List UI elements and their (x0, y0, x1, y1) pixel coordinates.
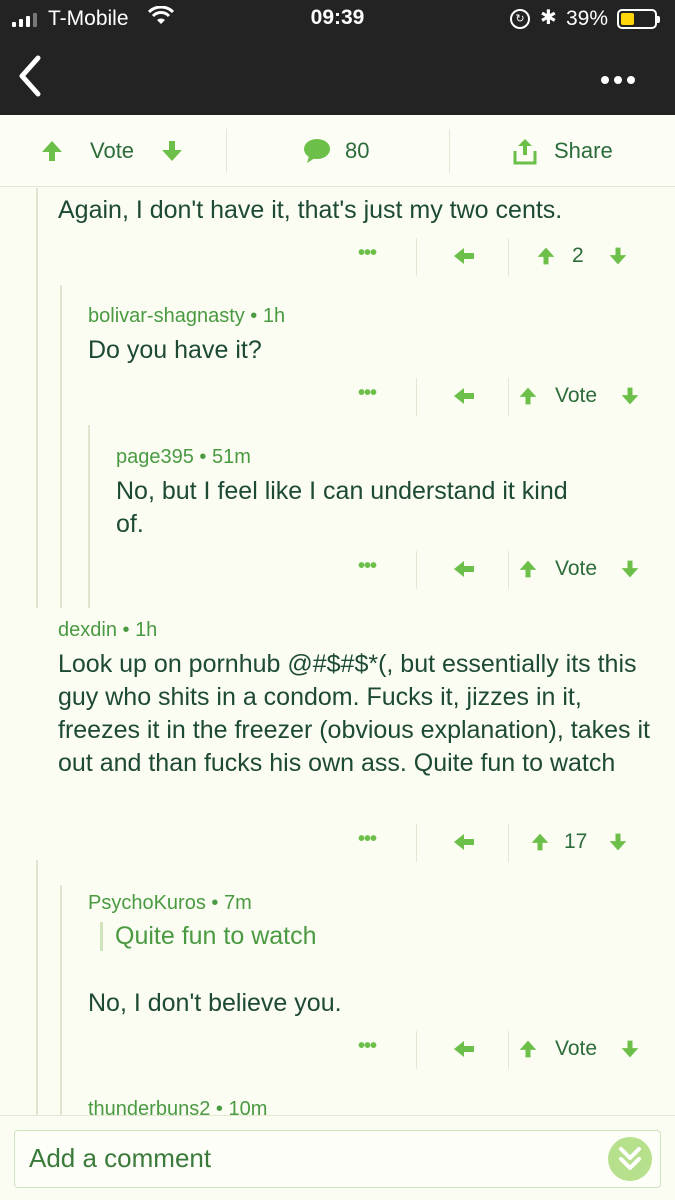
reply-button[interactable] (452, 1029, 476, 1069)
arrow-up-icon (531, 833, 549, 851)
comment-actions: ••• Vote (358, 376, 675, 416)
comment-age: 1h (135, 619, 158, 641)
battery-icon (617, 9, 660, 29)
comment-upvote-button[interactable] (530, 822, 550, 862)
comment-more-button[interactable]: ••• (358, 828, 377, 851)
comment-age: 51m (212, 446, 251, 468)
arrow-up-icon (519, 1040, 537, 1058)
comment-composer (0, 1115, 675, 1200)
comments-button[interactable]: 80 (303, 115, 369, 187)
comment-age: 7m (223, 892, 252, 914)
comment-meta: page395 • 51m (116, 446, 251, 468)
reply-button[interactable] (452, 236, 476, 276)
reply-arrow-icon (454, 561, 474, 577)
comment-count: 80 (345, 138, 370, 163)
comment-upvote-button[interactable] (518, 549, 538, 589)
comment-more-button[interactable]: ••• (358, 242, 377, 265)
comment-author[interactable]: page395 (116, 446, 194, 468)
arrow-down-icon (621, 560, 639, 578)
arrow-down-icon (609, 247, 627, 265)
reply-arrow-icon (454, 1041, 474, 1057)
comment-vote-label: Vote (555, 1037, 598, 1060)
comment-text: No, but I feel like I can understand it … (116, 477, 568, 538)
comment-more-button[interactable]: ••• (358, 555, 377, 578)
comment-downvote-button[interactable] (608, 822, 628, 862)
comment-author[interactable]: dexdin (58, 619, 117, 641)
reply-button[interactable] (452, 549, 476, 589)
battery-percent: 39% (566, 7, 609, 30)
orientation-lock-icon: ↻ (510, 9, 530, 29)
upvote-button[interactable] (40, 115, 64, 187)
comment-upvote-button[interactable] (518, 1029, 538, 1069)
reply-arrow-icon (454, 248, 474, 264)
ellipsis-icon (601, 76, 635, 84)
comment-author[interactable]: bolivar-shagnasty (88, 305, 245, 327)
post-action-bar: Vote 80 Share (0, 115, 675, 187)
arrow-down-icon (621, 1040, 639, 1058)
arrow-down-icon (609, 833, 627, 851)
comment-score: 2 (572, 244, 584, 267)
comment-downvote-button[interactable] (620, 549, 640, 589)
comment-meta: PsychoKuros • 7m (88, 892, 252, 914)
comment-vote-label: Vote (555, 384, 598, 407)
comment-upvote-button[interactable] (536, 236, 556, 276)
arrow-down-icon (162, 141, 182, 161)
more-options-button[interactable] (601, 62, 635, 85)
vote-label: Vote (90, 138, 135, 163)
comment-actions: ••• Vote (358, 549, 675, 589)
share-button[interactable]: Share (512, 115, 613, 187)
comment-text: Look up on pornhub @#$#$*(, but essentia… (58, 650, 650, 777)
comment-vote-label: Vote (555, 557, 598, 580)
comment-more-button[interactable]: ••• (358, 1035, 377, 1058)
comment-text: Do you have it? (88, 336, 262, 364)
status-bar: T-Mobile 09:39 ↻ ✱ 39% (0, 0, 675, 38)
double-chevron-down-icon (619, 1147, 641, 1170)
reply-arrow-icon (454, 388, 474, 404)
top-bar: T-Mobile 09:39 ↻ ✱ 39% (0, 0, 675, 115)
comment-age: 1h (262, 305, 286, 327)
reply-arrow-icon (454, 834, 474, 850)
comment-more-button[interactable]: ••• (358, 382, 377, 405)
comment-meta: dexdin • 1h (58, 619, 158, 641)
chevron-left-icon (19, 55, 41, 97)
downvote-button[interactable] (160, 115, 184, 187)
comment-downvote-button[interactable] (620, 1029, 640, 1069)
comment-actions: ••• Vote (358, 1029, 675, 1069)
back-button[interactable] (12, 52, 52, 100)
comment-upvote-button[interactable] (518, 376, 538, 416)
share-label: Share (554, 138, 613, 163)
comment-author[interactable]: PsychoKuros (88, 892, 206, 914)
comment-quote: Quite fun to watch (100, 922, 317, 951)
reply-button[interactable] (452, 822, 476, 862)
arrow-up-icon (519, 387, 537, 405)
comment-input[interactable] (29, 1143, 549, 1174)
arrow-up-icon (519, 560, 537, 578)
comment-score: 17 (564, 830, 588, 853)
reply-button[interactable] (452, 376, 476, 416)
comment-input-box (14, 1130, 661, 1188)
comment-meta: bolivar-shagnasty • 1h (88, 305, 286, 327)
comment-text: Again, I don't have it, that's just my t… (58, 196, 563, 224)
comment-actions: ••• 2 (358, 236, 675, 276)
comment-downvote-button[interactable] (608, 236, 628, 276)
arrow-up-icon (42, 141, 62, 161)
scroll-down-button[interactable] (608, 1137, 652, 1181)
speech-bubble-icon (304, 139, 330, 163)
comment-actions: ••• 17 (358, 822, 675, 862)
arrow-down-icon (621, 387, 639, 405)
comment-text: No, I don't believe you. (88, 989, 342, 1017)
share-icon (513, 139, 537, 165)
arrow-up-icon (537, 247, 555, 265)
comment-downvote-button[interactable] (620, 376, 640, 416)
bluetooth-icon: ✱ (540, 7, 557, 29)
